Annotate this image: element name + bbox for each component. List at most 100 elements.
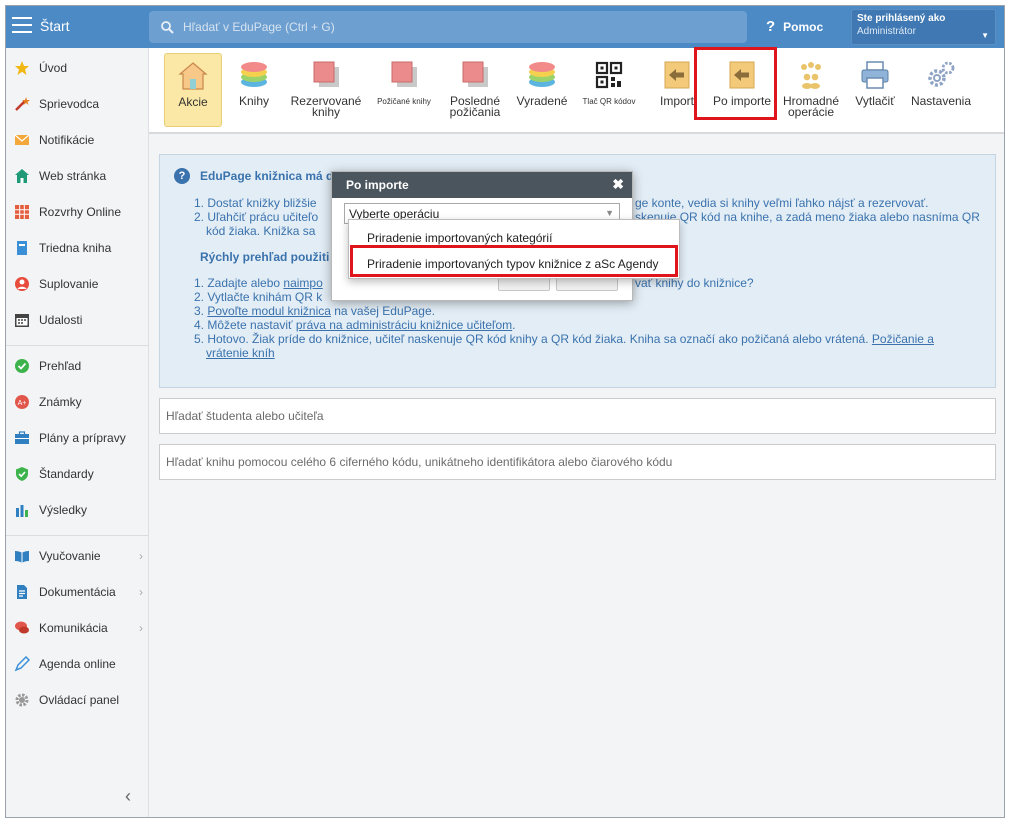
sidebar-item-vysledky[interactable]: Výsledky bbox=[6, 492, 149, 528]
highlight-po-importe bbox=[694, 47, 777, 120]
chat-icon bbox=[15, 621, 29, 634]
search-icon bbox=[161, 21, 174, 34]
sidebar-item-ovladaci-panel[interactable]: Ovládací panel bbox=[6, 682, 149, 718]
sidebar-item-komunikacia[interactable]: Komunikácia › bbox=[6, 610, 149, 646]
sidebar-item-label: Komunikácia bbox=[39, 621, 108, 635]
open-book-icon bbox=[15, 551, 29, 563]
info-line: ge konte, vedia si knihy veľmi ľahko náj… bbox=[635, 196, 929, 210]
step-text: 1. Zadajte alebo bbox=[194, 276, 281, 290]
toolbar-label: Akcie bbox=[178, 95, 208, 109]
toolbar-hromadne-operacie[interactable]: Hromadné operácie bbox=[779, 53, 843, 127]
top-bar: Štart ? Pomoc Ste prihlásený ako Administ… bbox=[6, 6, 1004, 48]
toolbar-knihy[interactable]: Knihy bbox=[229, 53, 279, 127]
question-circle-icon: ? bbox=[174, 168, 190, 184]
sidebar-item-web-stranka[interactable]: Web stránka bbox=[6, 158, 149, 194]
sidebar-item-plany[interactable]: Plány a prípravy bbox=[6, 420, 149, 456]
step-text: na vašej EduPage. bbox=[334, 304, 435, 318]
app-title[interactable]: Štart bbox=[40, 18, 70, 34]
house-icon bbox=[15, 169, 29, 183]
sidebar-item-label: Agenda online bbox=[39, 657, 116, 671]
sidebar-item-agenda-online[interactable]: Agenda online bbox=[6, 646, 149, 682]
toolbar-tlac-qr[interactable]: Tlač QR kódov bbox=[577, 53, 641, 127]
dialog-header: Po importe ✖ bbox=[332, 172, 632, 198]
help-button[interactable]: ? Pomoc bbox=[766, 18, 823, 35]
sidebar-item-prehlad[interactable]: Prehľad bbox=[6, 348, 149, 384]
app-window: Štart ? Pomoc Ste prihlásený ako Administ… bbox=[5, 5, 1005, 818]
info-title: EduPage knižnica má d bbox=[200, 169, 334, 183]
info-step: 4. Môžete nastaviť práva na administráci… bbox=[194, 318, 516, 332]
sidebar-item-vyucovanie[interactable]: Vyučovanie › bbox=[6, 538, 149, 574]
sidebar-item-triedna-kniha[interactable]: Triedna kniha bbox=[6, 230, 149, 266]
toolbar-vyradene[interactable]: Vyradené bbox=[511, 53, 573, 127]
sidebar-item-label: Úvod bbox=[39, 61, 68, 75]
step-text: 4. Môžete nastaviť bbox=[194, 318, 293, 332]
toolbar-label: Hromadné operácie bbox=[782, 94, 840, 119]
sidebar-item-label: Plány a prípravy bbox=[39, 431, 126, 445]
svg-text:A+: A+ bbox=[18, 400, 27, 407]
sidebar-item-label: Sprievodca bbox=[39, 97, 100, 111]
user-status-label: Ste prihlásený ako bbox=[857, 13, 946, 24]
sidebar-item-label: Výsledky bbox=[39, 503, 88, 517]
sidebar-item-label: Triedna kniha bbox=[39, 241, 112, 255]
sidebar-item-dokumentacia[interactable]: Dokumentácia › bbox=[6, 574, 149, 610]
import-link[interactable]: naimpo bbox=[283, 276, 322, 290]
global-search[interactable] bbox=[149, 11, 747, 43]
calendar-icon bbox=[15, 314, 29, 327]
sidebar-item-notifikacie[interactable]: Notifikácie bbox=[6, 122, 149, 158]
sidebar-item-label: Známky bbox=[39, 395, 82, 409]
chevron-right-icon: › bbox=[139, 549, 143, 563]
sidebar-item-znamky[interactable]: A+ Známky bbox=[6, 384, 149, 420]
info-line: 2. Uľahčiť prácu učiteľo bbox=[194, 210, 319, 224]
sidebar-item-suplovanie[interactable]: Suplovanie bbox=[6, 266, 149, 302]
check-circle-icon bbox=[15, 359, 29, 373]
pen-icon bbox=[14, 656, 30, 672]
user-menu[interactable]: Ste prihlásený ako Administrátor ▼ bbox=[851, 9, 996, 45]
enable-module-link[interactable]: Povoľte modul knižnica bbox=[207, 304, 331, 318]
sidebar-item-standardy[interactable]: Štandardy bbox=[6, 456, 149, 492]
step-text: 5. Hotovo. Žiak príde do knižnice, učite… bbox=[194, 332, 869, 346]
toolbar-posledne-pozicania[interactable]: Posledné požičania bbox=[443, 53, 507, 127]
book-search-input[interactable] bbox=[166, 454, 986, 470]
chevron-down-icon: ▼ bbox=[981, 31, 989, 40]
toolbar-pozicane-knihy[interactable]: Požičané knihy bbox=[371, 53, 437, 127]
envelope-icon bbox=[14, 134, 30, 145]
sidebar-item-sprievodca[interactable]: Sprievodca bbox=[6, 86, 149, 122]
admin-rights-link[interactable]: práva na administráciu knižnice učiteľom bbox=[296, 318, 512, 332]
house-icon bbox=[178, 62, 208, 90]
toolbar-label: Tlač QR kódov bbox=[582, 97, 636, 106]
lending-link-cont[interactable]: vrátenie kníh bbox=[206, 346, 275, 360]
grid-icon bbox=[15, 205, 29, 219]
library-toolbar: Akcie Knihy Rezervované knihy Požičané k… bbox=[149, 48, 1004, 134]
sidebar-item-uvod[interactable]: Úvod bbox=[6, 50, 149, 86]
import-icon bbox=[664, 61, 690, 89]
info-line: 1. Dostať knižky bližšie bbox=[194, 196, 317, 210]
toolbar-rezervovane-knihy[interactable]: Rezervované knihy bbox=[287, 53, 365, 127]
shield-check-icon bbox=[16, 467, 28, 481]
user-role: Administrátor bbox=[857, 26, 916, 37]
info-subtitle: Rýchly prehľad použiti bbox=[200, 250, 330, 264]
sidebar-item-rozvrhy-online[interactable]: Rozvrhy Online bbox=[6, 194, 149, 230]
sidebar-item-label: Ovládací panel bbox=[39, 693, 120, 707]
bar-chart-icon bbox=[16, 505, 28, 517]
close-icon[interactable]: ✖ bbox=[612, 176, 624, 193]
toolbar-label: Požičané knihy bbox=[377, 97, 431, 106]
toolbar-vytlacit[interactable]: Vytlačiť bbox=[845, 53, 905, 127]
toolbar-nastavenia[interactable]: Nastavenia bbox=[909, 53, 973, 127]
sidebar-item-udalosti[interactable]: Udalosti bbox=[6, 302, 149, 338]
dropdown-option-label: Priradenie importovaných kategórií bbox=[367, 231, 553, 245]
sidebar-divider bbox=[6, 345, 149, 346]
highlight-option bbox=[350, 245, 678, 277]
hamburger-menu-icon[interactable] bbox=[12, 17, 32, 35]
book-pages-icon bbox=[462, 61, 488, 87]
lending-link[interactable]: Požičanie a bbox=[872, 332, 934, 346]
book-search[interactable] bbox=[159, 444, 996, 480]
toolbar-akcie[interactable]: Akcie bbox=[164, 53, 222, 127]
grades-icon: A+ bbox=[15, 395, 29, 409]
toolbar-label: Vytlačiť bbox=[855, 94, 895, 108]
student-search-input[interactable] bbox=[166, 408, 986, 424]
briefcase-icon bbox=[15, 431, 29, 444]
collapse-sidebar-icon[interactable]: ‹ bbox=[125, 786, 131, 807]
student-search[interactable] bbox=[159, 398, 996, 434]
printer-icon bbox=[861, 61, 889, 89]
global-search-input[interactable] bbox=[183, 18, 723, 36]
